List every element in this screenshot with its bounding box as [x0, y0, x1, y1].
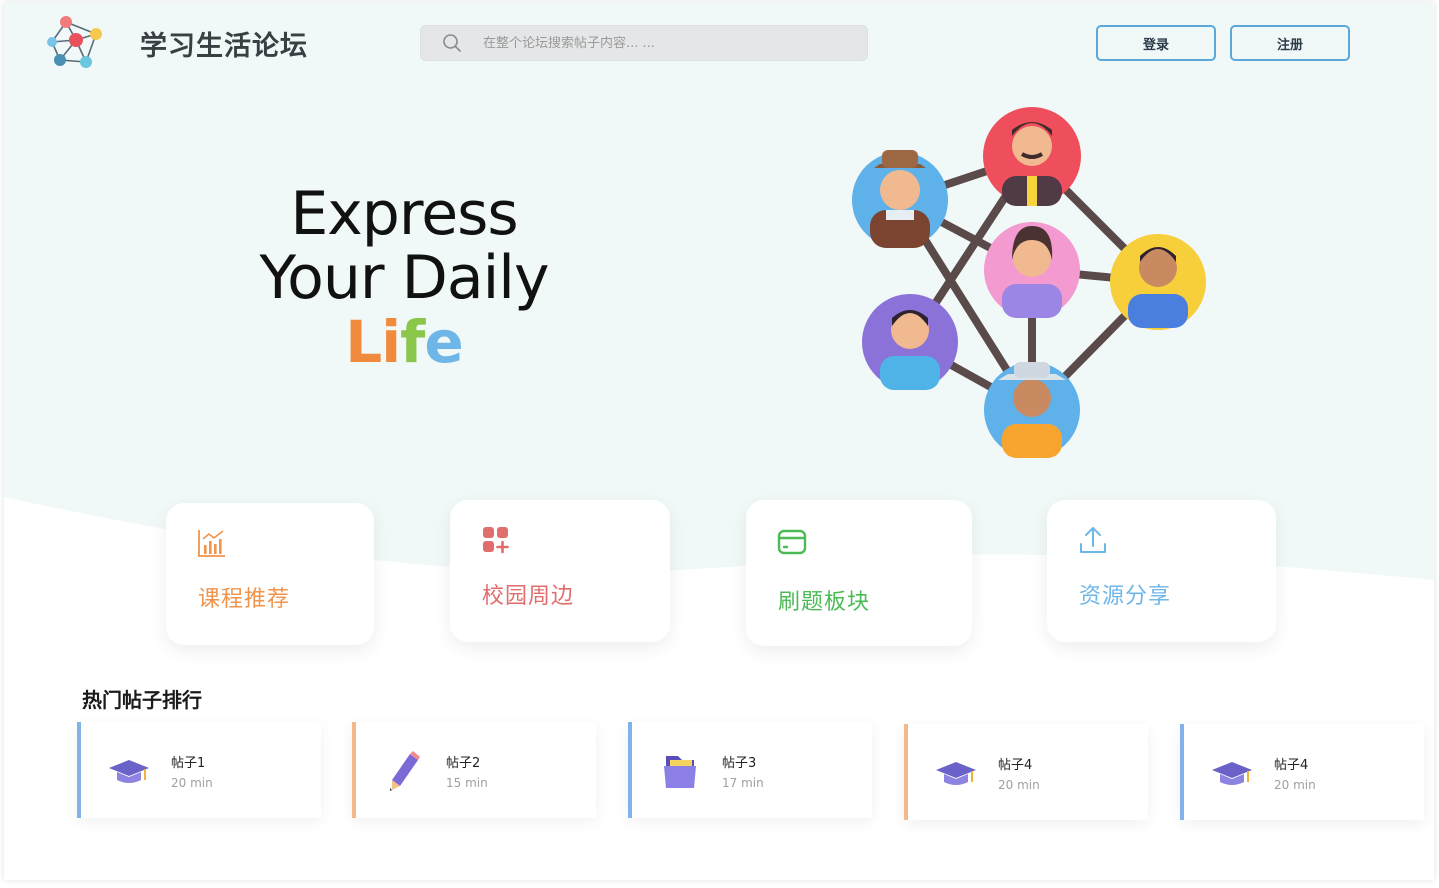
avatar-icon: [1110, 234, 1206, 330]
category-card-resources[interactable]: 资源分享: [1047, 500, 1276, 642]
post-title: 帖子4: [998, 758, 1033, 773]
post-card[interactable]: 帖子1 20 min: [77, 722, 321, 818]
people-network-illustration: [852, 107, 1206, 458]
category-card-practice[interactable]: 刷题板块: [746, 500, 972, 646]
card-icon: [777, 529, 807, 555]
register-button[interactable]: 注册: [1230, 25, 1350, 61]
bar-chart-icon: [198, 530, 225, 557]
avatar-icon: [984, 362, 1080, 458]
hero-line-1: Express: [290, 179, 518, 249]
post-card[interactable]: 帖子4 20 min: [1180, 724, 1424, 820]
pencil-icon: [390, 751, 420, 791]
apps-add-icon: [483, 527, 509, 554]
search-input[interactable]: [483, 35, 843, 51]
post-time: 15 min: [446, 776, 488, 790]
upload-icon: [1080, 527, 1106, 553]
post-time: 20 min: [998, 778, 1040, 792]
search-bar[interactable]: [420, 25, 868, 61]
folder-icon: [664, 756, 696, 788]
search-icon: [443, 34, 461, 52]
post-title: 帖子4: [1274, 758, 1309, 773]
hero-letter: i: [381, 308, 401, 376]
hero-line-3: Life: [204, 310, 604, 374]
post-title: 帖子3: [722, 756, 757, 771]
hero-headline: Express Your Daily Life: [204, 182, 604, 374]
hero-letter: f: [400, 308, 425, 376]
hero-line-2: Your Daily: [259, 243, 550, 313]
category-label: 资源分享: [1079, 584, 1172, 609]
avatar-icon: [852, 150, 948, 248]
graduation-cap-icon: [936, 762, 976, 785]
category-label: 课程推荐: [198, 587, 291, 612]
category-card-campus[interactable]: 校园周边: [450, 500, 670, 642]
avatar-icon: [862, 294, 958, 390]
post-card[interactable]: 帖子3 17 min: [628, 722, 872, 818]
graduation-cap-icon: [109, 760, 149, 783]
post-card[interactable]: 帖子4 20 min: [904, 724, 1148, 820]
hero-letter: e: [424, 308, 463, 376]
page-frame: 学习生活论坛 登录 注册 Express Your Daily Life: [4, 2, 1434, 880]
post-title: 帖子2: [446, 756, 481, 771]
category-label: 刷题板块: [778, 590, 871, 615]
login-button[interactable]: 登录: [1096, 25, 1216, 61]
category-label: 校园周边: [482, 584, 575, 609]
category-card-courses[interactable]: 课程推荐: [166, 503, 374, 645]
post-time: 20 min: [171, 776, 213, 790]
post-card[interactable]: 帖子2 15 min: [352, 722, 596, 818]
avatar-icon: [984, 222, 1080, 318]
post-title: 帖子1: [171, 756, 206, 771]
post-time: 20 min: [1274, 778, 1316, 792]
brand-title: 学习生活论坛: [140, 31, 308, 62]
graduation-cap-icon: [1212, 762, 1252, 785]
logo-icon: [47, 16, 102, 68]
hot-posts-title: 热门帖子排行: [82, 688, 202, 712]
hero-letter: L: [345, 308, 382, 376]
post-time: 17 min: [722, 776, 764, 790]
